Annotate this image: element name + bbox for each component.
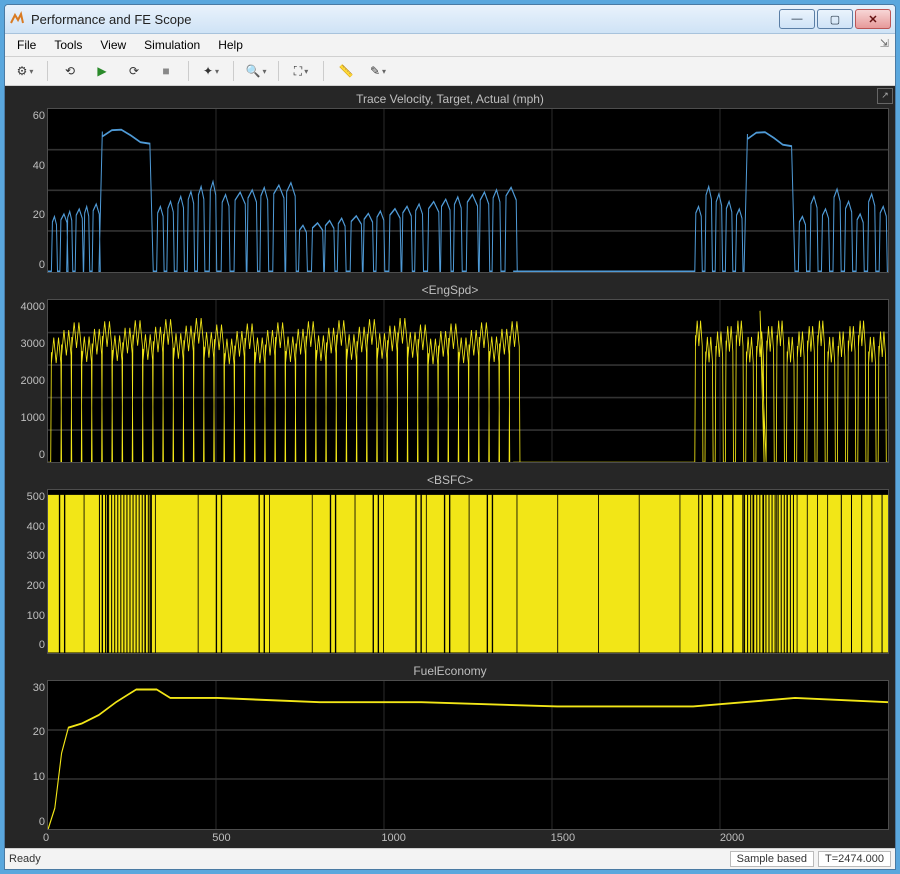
pane-engspd: <EngSpd> 4000 3000 2000 1000 0 — [11, 283, 889, 464]
y-axis: 60 40 20 0 — [11, 108, 47, 273]
y-tick: 20 — [33, 726, 45, 738]
pane-title: <EngSpd> — [11, 283, 889, 299]
menu-help[interactable]: Help — [210, 36, 251, 54]
pane-title: FuelEconomy — [11, 664, 889, 680]
config-dropdown[interactable]: ⚙ — [11, 59, 39, 83]
plot-velocity[interactable] — [47, 108, 889, 273]
plot-engspd[interactable] — [47, 299, 889, 464]
toolbar-separator — [323, 61, 324, 81]
close-button[interactable]: ✕ — [855, 9, 891, 29]
y-tick: 4000 — [21, 301, 45, 313]
y-tick: 3000 — [21, 338, 45, 350]
minimize-button[interactable]: — — [779, 9, 815, 29]
x-tick: 2000 — [720, 832, 889, 844]
menu-simulation[interactable]: Simulation — [136, 36, 208, 54]
menu-file[interactable]: File — [9, 36, 44, 54]
triggers-dropdown[interactable]: ✎ — [364, 59, 392, 83]
scope-area: ↗ Trace Velocity, Target, Actual (mph) 6… — [5, 86, 895, 848]
plot-fueleconomy[interactable] — [47, 680, 889, 831]
pane-velocity: Trace Velocity, Target, Actual (mph) 60 4… — [11, 92, 889, 273]
status-ready: Ready — [9, 853, 41, 865]
toolbar-separator — [188, 61, 189, 81]
y-tick: 100 — [27, 610, 45, 622]
fit-dropdown[interactable]: ⛶ — [287, 59, 315, 83]
y-tick: 30 — [33, 682, 45, 694]
cursor-measurements[interactable]: 📏 — [332, 59, 360, 83]
pane-title: <BSFC> — [11, 473, 889, 489]
highlight-dropdown[interactable]: ✦ — [197, 59, 225, 83]
y-tick: 2000 — [21, 375, 45, 387]
y-axis: 4000 3000 2000 1000 0 — [11, 299, 47, 464]
toolbar-separator — [278, 61, 279, 81]
y-tick: 200 — [27, 580, 45, 592]
step-forward[interactable]: ⟳ — [120, 59, 148, 83]
y-tick: 0 — [39, 259, 45, 271]
y-tick: 10 — [33, 771, 45, 783]
y-axis: 500 400 300 200 100 0 — [11, 489, 47, 654]
y-tick: 300 — [27, 550, 45, 562]
zoom-dropdown[interactable]: 🔍 — [242, 59, 270, 83]
undock-icon[interactable]: ⇲ — [880, 37, 889, 50]
toolbar: ⚙ ⟲▶⟳■ ✦ 🔍 ⛶ 📏✎ — [5, 57, 895, 86]
statusbar: Ready Sample based T=2474.000 — [5, 848, 895, 869]
pane-bsfc: <BSFC> 500 400 300 200 100 0 — [11, 473, 889, 654]
y-tick: 500 — [27, 491, 45, 503]
x-tick: 1500 — [551, 832, 720, 844]
step-back[interactable]: ⟲ — [56, 59, 84, 83]
y-tick: 0 — [39, 639, 45, 651]
scope-window: Performance and FE Scope — ▢ ✕ File Tool… — [4, 4, 896, 870]
y-axis: 30 20 10 0 — [11, 680, 47, 831]
pane-title: Trace Velocity, Target, Actual (mph) — [11, 92, 889, 108]
titlebar[interactable]: Performance and FE Scope — ▢ ✕ — [5, 5, 895, 34]
y-tick: 0 — [39, 449, 45, 461]
y-tick: 60 — [33, 110, 45, 122]
x-tick: 500 — [212, 832, 381, 844]
window-buttons: — ▢ ✕ — [779, 9, 891, 29]
y-tick: 400 — [27, 521, 45, 533]
stop[interactable]: ■ — [152, 59, 180, 83]
maximize-axes-icon[interactable]: ↗ — [877, 88, 893, 104]
y-tick: 20 — [33, 209, 45, 221]
matlab-icon — [9, 11, 25, 27]
menu-tools[interactable]: Tools — [46, 36, 90, 54]
y-tick: 0 — [39, 816, 45, 828]
status-time: T=2474.000 — [818, 851, 891, 867]
plot-bsfc[interactable] — [47, 489, 889, 654]
maximize-button[interactable]: ▢ — [817, 9, 853, 29]
window-title: Performance and FE Scope — [31, 12, 773, 27]
y-tick: 40 — [33, 160, 45, 172]
menu-view[interactable]: View — [92, 36, 134, 54]
run[interactable]: ▶ — [88, 59, 116, 83]
x-tick: 1000 — [381, 832, 550, 844]
y-tick: 1000 — [21, 412, 45, 424]
toolbar-separator — [233, 61, 234, 81]
pane-fueleconomy: FuelEconomy 3020100 0500100015002000 — [11, 664, 889, 845]
x-tick: 0 — [43, 832, 212, 844]
x-axis: 0500100015002000 — [43, 832, 889, 844]
menubar: File Tools View Simulation Help ⇲ — [5, 34, 895, 57]
toolbar-separator — [47, 61, 48, 81]
status-mode: Sample based — [730, 851, 814, 867]
